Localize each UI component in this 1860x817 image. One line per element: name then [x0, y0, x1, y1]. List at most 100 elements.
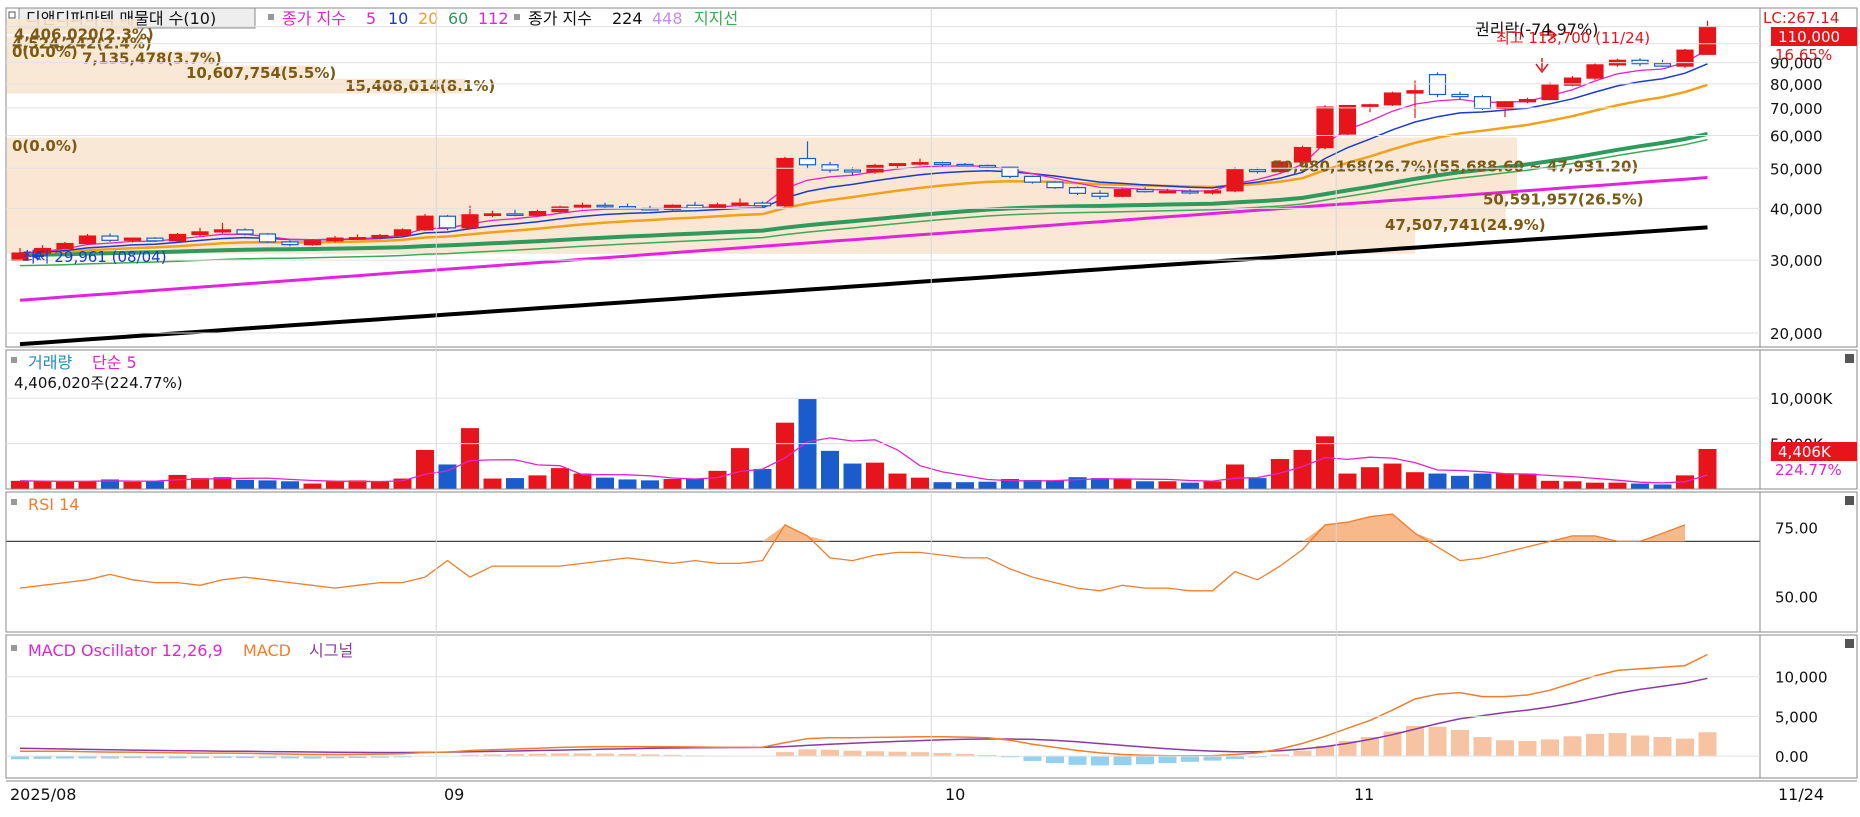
oscillator-bar [866, 751, 884, 756]
oscillator-bar [1204, 756, 1222, 761]
volume-bar [416, 450, 434, 489]
panel-close-icon [1845, 496, 1854, 505]
price-tick-label: 50,000 [1770, 160, 1823, 178]
volume-badge-pct: 224.77% [1775, 461, 1842, 479]
rsi-title: RSI 14 [28, 495, 79, 514]
candle-body [327, 238, 343, 241]
candle [665, 204, 681, 210]
candle-body [822, 165, 838, 170]
volume-bar [529, 475, 547, 489]
candle-body [1205, 191, 1221, 193]
volume-bar [236, 480, 254, 489]
volume-bar [844, 464, 862, 489]
candle [777, 157, 793, 207]
signal-label: 시그널 [309, 641, 353, 660]
oscillator-bar [776, 752, 794, 756]
volume-last-value: 4,406,020주(224.77%) [14, 374, 183, 392]
support-legend: 지지선 [694, 9, 738, 28]
oscillator-bar [1586, 734, 1604, 756]
high-label: 최고 113,700 (11/24) [1496, 29, 1650, 47]
price-tick-label: 30,000 [1770, 252, 1823, 270]
candle-body [1227, 170, 1243, 191]
candle-body [1520, 100, 1536, 102]
volume-bar [1429, 474, 1447, 489]
candle [260, 233, 276, 243]
volume-bar [551, 468, 569, 489]
candle-body [800, 159, 816, 165]
volume-bar [1316, 436, 1334, 489]
volume-bar [484, 479, 502, 489]
candle-body [462, 215, 478, 228]
rsi-tick-label: 50.00 [1775, 588, 1818, 606]
volume-bar [619, 479, 637, 489]
candle-body [710, 205, 726, 208]
oscillator-bar [1294, 751, 1312, 757]
volume-bar [664, 479, 682, 489]
candle [1115, 188, 1131, 197]
candle-body [755, 203, 771, 206]
volume-bar [304, 484, 322, 489]
candle-body [372, 236, 388, 238]
volume-bar [1159, 481, 1177, 489]
candle [237, 228, 253, 235]
oscillator-bar [1069, 756, 1087, 765]
volume-bar [866, 463, 884, 489]
volume-bar [1226, 464, 1244, 489]
low-label: 최저 29,961 (08/04) [22, 248, 167, 266]
profile-label: 47,507,741(24.9%) [1385, 216, 1546, 234]
profile-zero-top: 0(0.0%) [12, 43, 78, 61]
volume-bar [1294, 450, 1312, 489]
ma-period-10: 10 [388, 9, 408, 28]
oscillator-bar [844, 751, 862, 756]
candle-body [1655, 64, 1671, 66]
volume-bar [1474, 474, 1492, 489]
candle-body [1317, 107, 1333, 148]
candle-body [687, 205, 703, 208]
volume-bar [1496, 474, 1514, 489]
volume-badge-text: 4,406K [1778, 443, 1832, 461]
candle [1542, 82, 1558, 100]
candle-body [1407, 91, 1423, 93]
volume-bar [1114, 479, 1132, 489]
candle-body [260, 234, 276, 242]
x-end-label: 11/24 [1778, 785, 1824, 804]
candle-body [1025, 176, 1041, 182]
volume-bar [731, 448, 749, 489]
oscillator-bar [1429, 727, 1447, 756]
volume-bar [1384, 464, 1402, 489]
candle-body [1430, 75, 1446, 95]
candle-body [777, 159, 793, 206]
ma-legend-prefix: 종가 지수 [282, 9, 346, 28]
current-price: 110,000 [1778, 28, 1840, 46]
candle-body [417, 216, 433, 230]
oscillator-bar [1046, 756, 1064, 763]
candle-body [575, 205, 591, 207]
candle-body [957, 164, 973, 166]
price-tick-label: 70,000 [1770, 100, 1823, 118]
volume-bar [326, 481, 344, 489]
candle-body [1385, 93, 1401, 105]
candle-body [1250, 170, 1266, 172]
candle-body [1475, 97, 1491, 109]
oscillator-bar [1451, 730, 1469, 756]
candle-body [732, 203, 748, 205]
candle-body [980, 165, 996, 167]
volume-bar [1519, 474, 1537, 489]
candle-body [1452, 94, 1468, 96]
volume-bar [1541, 481, 1559, 489]
oscillator-bar [1541, 739, 1559, 756]
candle-body [845, 170, 861, 172]
candle-body [237, 230, 253, 234]
candle-body [305, 241, 321, 245]
volume-bar [1699, 449, 1717, 489]
volume-ma-label: 단순 5 [92, 353, 137, 372]
volume-bar [1631, 484, 1649, 489]
oscillator-bar [1181, 756, 1199, 762]
oscillator-bar [1631, 735, 1649, 756]
candle-body [1182, 191, 1198, 193]
candle-body [1115, 190, 1131, 197]
oscillator-bar [1676, 739, 1694, 756]
candle [80, 234, 96, 245]
oscillator-bar [1474, 737, 1492, 756]
lc-label: LC:267.14 [1763, 9, 1839, 27]
